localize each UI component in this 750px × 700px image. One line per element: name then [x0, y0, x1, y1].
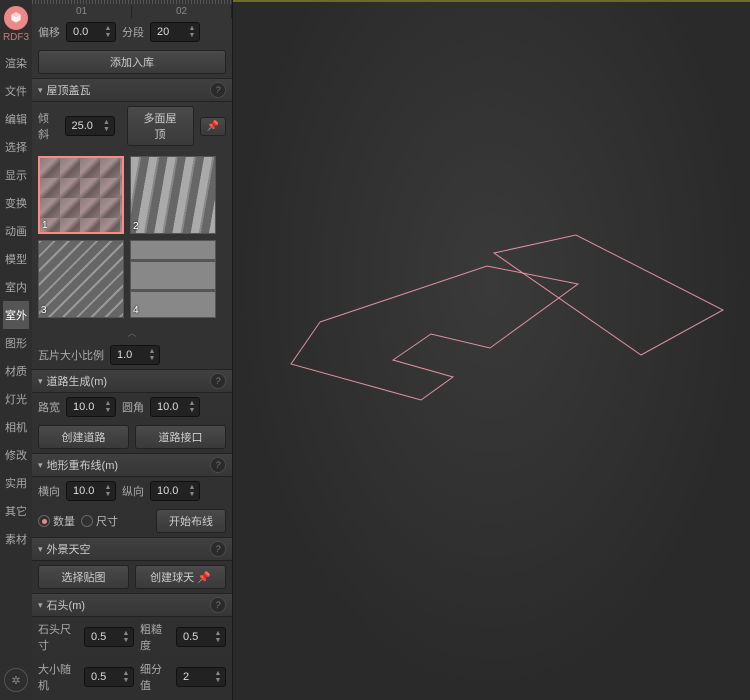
sidebar-item-12[interactable]: 灯光 [3, 385, 29, 413]
sidebar-item-10[interactable]: 图形 [3, 329, 29, 357]
road-width-label: 路宽 [38, 399, 60, 415]
terrain-v-spinner[interactable]: 10.0▲▼ [150, 481, 200, 501]
sidebar-item-9[interactable]: 室外 [3, 301, 29, 329]
tilt-spinner[interactable]: 25.0▲▼ [65, 116, 115, 136]
offset-spinner[interactable]: 0.0▲▼ [66, 22, 116, 42]
sidebar-item-6[interactable]: 动画 [3, 217, 29, 245]
app-logo [4, 6, 28, 30]
terrain-section-header[interactable]: ▾ 地形重布线(m) ? [32, 454, 232, 477]
chevron-down-icon: ▾ [38, 85, 43, 96]
terrain-h-label: 横向 [38, 483, 60, 499]
pick-texture-button[interactable]: 选择贴图 [38, 565, 129, 589]
sidebar-item-0[interactable]: 渲染 [3, 49, 29, 77]
sidebar-item-4[interactable]: 显示 [3, 161, 29, 189]
tile-scale-label: 瓦片大小比例 [38, 347, 104, 363]
radio-size[interactable]: 尺寸 [81, 513, 118, 529]
chevron-down-icon: ▾ [38, 376, 43, 387]
terrain-h-spinner[interactable]: 10.0▲▼ [66, 481, 116, 501]
viewport-shapes [233, 2, 750, 700]
help-icon[interactable]: ? [210, 541, 226, 557]
stone-rough-spinner[interactable]: 0.5▲▼ [176, 627, 226, 647]
stone-size-spinner[interactable]: 0.5▲▼ [84, 627, 134, 647]
chevron-down-icon: ▾ [38, 460, 43, 471]
roof-thumbnails: 1 2 3 4 [32, 150, 232, 324]
stone-rough-label: 粗糙度 [140, 621, 170, 653]
road-section-header[interactable]: ▾ 道路生成(m) ? [32, 370, 232, 393]
sidebar-item-2[interactable]: 编辑 [3, 105, 29, 133]
roof-thumb-3[interactable]: 3 [38, 240, 124, 318]
tile-scale-spinner[interactable]: 1.0▲▼ [110, 345, 160, 365]
sidebar-item-8[interactable]: 室内 [3, 273, 29, 301]
tab-02[interactable]: 02 [132, 5, 232, 18]
road-fillet-spinner[interactable]: 10.0▲▼ [150, 397, 200, 417]
roof-section-header[interactable]: ▾ 屋顶盖瓦 ? [32, 79, 232, 102]
viewport-3d[interactable]: ✛ [233, 0, 750, 700]
sidebar-item-17[interactable]: 素材 [3, 525, 29, 553]
create-skydome-button[interactable]: 创建球天 📌 [135, 565, 226, 589]
road-junction-button[interactable]: 道路接口 [135, 425, 226, 449]
stone-sub-label: 细分值 [140, 661, 170, 693]
sidebar-item-16[interactable]: 其它 [3, 497, 29, 525]
segments-label: 分段 [122, 24, 144, 40]
chevron-down-icon: ▾ [38, 600, 43, 611]
stone-sub-spinner[interactable]: 2▲▼ [176, 667, 226, 687]
start-wiring-button[interactable]: 开始布线 [156, 509, 226, 533]
help-icon[interactable]: ? [210, 597, 226, 613]
roof-thumb-2[interactable]: 2 [130, 156, 216, 234]
stone-rand-label: 大小随机 [38, 661, 78, 693]
create-road-button[interactable]: 创建道路 [38, 425, 129, 449]
tilt-label: 倾斜 [38, 110, 59, 142]
sidebar-item-11[interactable]: 材质 [3, 357, 29, 385]
road-fillet-label: 圆角 [122, 399, 144, 415]
terrain-v-label: 纵向 [122, 483, 144, 499]
left-sidebar: RDF3 渲染文件编辑选择显示变换动画模型室内室外图形材质灯光相机修改实用其它素… [0, 0, 32, 700]
collapse-up-icon[interactable]: ︿ [32, 324, 232, 341]
road-width-spinner[interactable]: 10.0▲▼ [66, 397, 116, 417]
sidebar-item-13[interactable]: 相机 [3, 413, 29, 441]
stone-size-label: 石头尺寸 [38, 621, 78, 653]
roof-thumb-1[interactable]: 1 [38, 156, 124, 234]
roof-thumb-4[interactable]: 4 [130, 240, 216, 318]
multiface-roof-button[interactable]: 多面屋顶 [127, 106, 194, 146]
add-to-library-button[interactable]: 添加入库 [38, 50, 226, 74]
help-icon[interactable]: ? [210, 82, 226, 98]
tab-01[interactable]: 01 [32, 5, 132, 18]
sidebar-item-3[interactable]: 选择 [3, 133, 29, 161]
stone-rand-spinner[interactable]: 0.5▲▼ [84, 667, 134, 687]
properties-panel: 01 02 偏移 0.0▲▼ 分段 20▲▼ 添加入库 ▾ 屋顶盖瓦 ? 倾斜 … [32, 0, 233, 700]
help-icon[interactable]: ? [210, 457, 226, 473]
sidebar-item-7[interactable]: 模型 [3, 245, 29, 273]
sidebar-item-5[interactable]: 变换 [3, 189, 29, 217]
sidebar-item-15[interactable]: 实用 [3, 469, 29, 497]
pin-icon[interactable]: 📌 [200, 117, 226, 136]
offset-label: 偏移 [38, 24, 60, 40]
sidebar-item-14[interactable]: 修改 [3, 441, 29, 469]
stone-section-header[interactable]: ▾ 石头(m) ? [32, 594, 232, 617]
help-icon[interactable]: ? [210, 373, 226, 389]
chevron-down-icon: ▾ [38, 544, 43, 555]
sidebar-item-1[interactable]: 文件 [3, 77, 29, 105]
settings-gear-icon[interactable]: ✲ [4, 668, 28, 692]
segments-spinner[interactable]: 20▲▼ [150, 22, 200, 42]
top-tabs: 01 02 [32, 4, 232, 18]
app-label: RDF3 [3, 32, 29, 43]
radio-quantity[interactable]: 数量 [38, 513, 75, 529]
sky-section-header[interactable]: ▾ 外景天空 ? [32, 538, 232, 561]
